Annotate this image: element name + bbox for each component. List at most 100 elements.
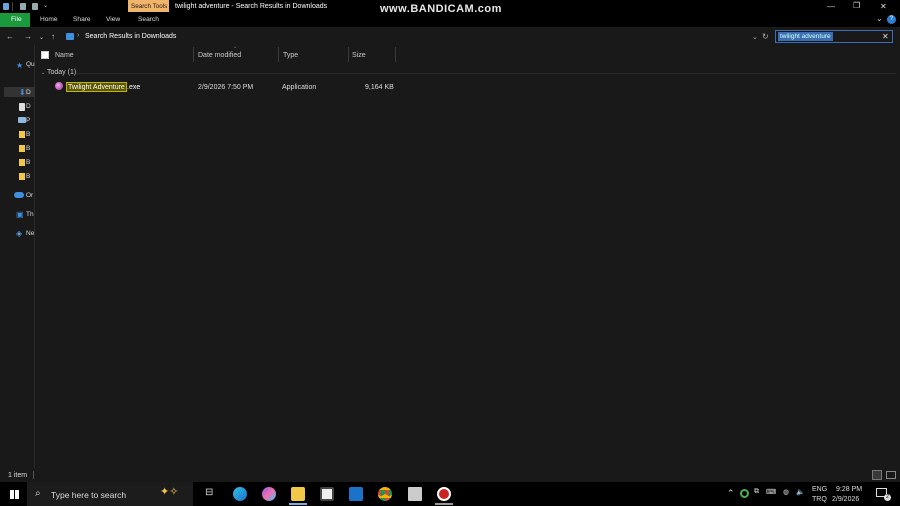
back-icon[interactable]: ← [6,32,14,41]
task-view-icon[interactable]: ⊟ [205,487,213,498]
search-icon: ⌕ [35,488,41,499]
large-icons-view-icon[interactable] [886,471,896,479]
nav-item-network[interactable]: Ne [26,230,34,237]
copilot-icon[interactable] [262,487,276,501]
clock-date[interactable]: 2/9/2026 [832,496,859,503]
keyboard-icon[interactable]: ⌨ [766,488,776,496]
group-divider [76,73,896,74]
divider [33,471,34,479]
explorer-app-icon [3,3,9,10]
quick-access-dropdown-icon[interactable]: ⌄ [43,2,48,9]
search-folder-icon [66,33,74,40]
bandicam-record-icon[interactable] [437,487,451,501]
up-icon[interactable]: ↑ [51,32,55,41]
tab-share[interactable]: Share [73,16,91,23]
nav-item-folder-1[interactable]: B [26,131,30,138]
input-language[interactable]: ENG [812,486,827,493]
column-header-type[interactable]: Type [283,52,298,59]
column-header-name[interactable]: Name [55,52,74,59]
nav-item-folder-2[interactable]: B [26,145,30,152]
window-title: twilight adventure - Search Results in D… [175,3,328,10]
status-bar [0,468,900,482]
details-view-icon[interactable] [872,470,882,480]
address-dropdown-icon[interactable]: ⌄ [752,33,758,41]
nav-item-downloads[interactable]: D [26,89,31,96]
folder-icon [19,159,25,166]
folder-icon [19,173,25,180]
notification-count: 2 [884,494,891,501]
folder-icon [19,145,25,152]
clock-time[interactable]: 9:28 PM [836,486,862,493]
this-pc-icon: ▣ [16,210,24,219]
search-tools-context-tab[interactable]: Search Tools [128,0,169,12]
file-name-extension[interactable]: .exe [127,84,140,91]
network-status-icon[interactable]: ◍ [783,488,789,496]
column-divider[interactable] [278,47,279,62]
start-icon[interactable] [10,490,19,499]
file-type: Application [282,84,317,91]
meet-icon[interactable]: ⧉ [754,488,759,496]
refresh-icon[interactable]: ↻ [762,32,769,41]
file-name-match[interactable]: Twilight Adventure [66,82,127,92]
edge-icon[interactable] [233,487,247,501]
group-collapse-icon[interactable]: ⌄ [41,70,45,76]
properties-icon[interactable] [20,3,26,10]
expand-ribbon-icon[interactable]: ⌄ [876,14,883,23]
file-list [35,45,900,468]
nav-item-onedrive[interactable]: Or [26,192,33,199]
help-icon[interactable]: ? [887,15,896,24]
star-icon: ★ [16,61,24,70]
chrome-icon[interactable] [378,487,392,501]
close-icon[interactable]: ✕ [880,2,887,11]
minimize-icon[interactable]: — [827,2,835,11]
column-divider[interactable] [348,47,349,62]
column-divider[interactable] [193,47,194,62]
active-app-indicator [289,503,307,505]
tray-overflow-icon[interactable]: ⌃ [727,488,735,499]
forward-icon[interactable]: → [24,32,32,41]
clear-search-icon[interactable]: ✕ [882,32,889,41]
select-all-checkbox[interactable] [41,51,49,59]
documents-icon [19,103,25,111]
nav-item-folder-3[interactable]: B [26,159,30,166]
nav-item-this-pc[interactable]: Th [26,211,34,218]
file-explorer-icon[interactable] [291,487,305,501]
onedrive-icon [14,192,24,198]
mail-icon[interactable] [349,487,363,501]
taskbar-search-placeholder[interactable]: Type here to search [51,490,126,500]
column-header-date-modified[interactable]: Date modified [198,52,241,59]
tab-search[interactable]: Search [138,16,159,23]
tab-file[interactable]: File [0,13,30,27]
copilot-sparkle-icon[interactable]: ✦✧ [160,485,178,498]
column-divider[interactable] [395,47,396,62]
group-header[interactable]: Today (1) [47,69,76,76]
new-folder-icon[interactable] [32,3,38,10]
tab-home[interactable]: Home [40,16,58,23]
item-count: 1 item [8,472,28,479]
nav-item-quick-access[interactable]: Qu [26,61,35,68]
breadcrumb[interactable]: Search Results in Downloads [85,33,176,40]
active-app-indicator [435,503,453,505]
store-icon[interactable] [320,487,334,501]
file-date-modified: 2/9/2026 7:50 PM [198,84,254,91]
column-header-size[interactable]: Size [352,52,366,59]
nav-item-folder-4[interactable]: B [26,173,30,180]
nav-item-pictures[interactable]: P [26,117,30,124]
file-size: 9,164 KB [365,84,394,91]
folder-icon [19,131,25,138]
app-icon[interactable] [408,487,422,501]
input-locale[interactable]: TRQ [812,496,827,503]
recent-locations-icon[interactable]: ⌄ [39,34,44,41]
pictures-icon [18,117,26,123]
network-icon: ◈ [16,229,23,238]
app-icon [55,82,63,90]
nav-item-documents[interactable]: D [26,103,31,110]
volume-icon[interactable]: 🔈 [796,488,805,496]
recording-status-icon[interactable] [740,489,749,498]
search-query-text[interactable]: twilight adventure [778,32,833,41]
ribbon: File Home Share View Search ⌄ ? [0,13,900,27]
breadcrumb-chevron-icon[interactable]: › [77,32,79,39]
maximize-icon[interactable]: ❐ [853,1,860,10]
sort-indicator-icon: ⌄ [233,44,238,50]
tab-view[interactable]: View [106,16,120,23]
